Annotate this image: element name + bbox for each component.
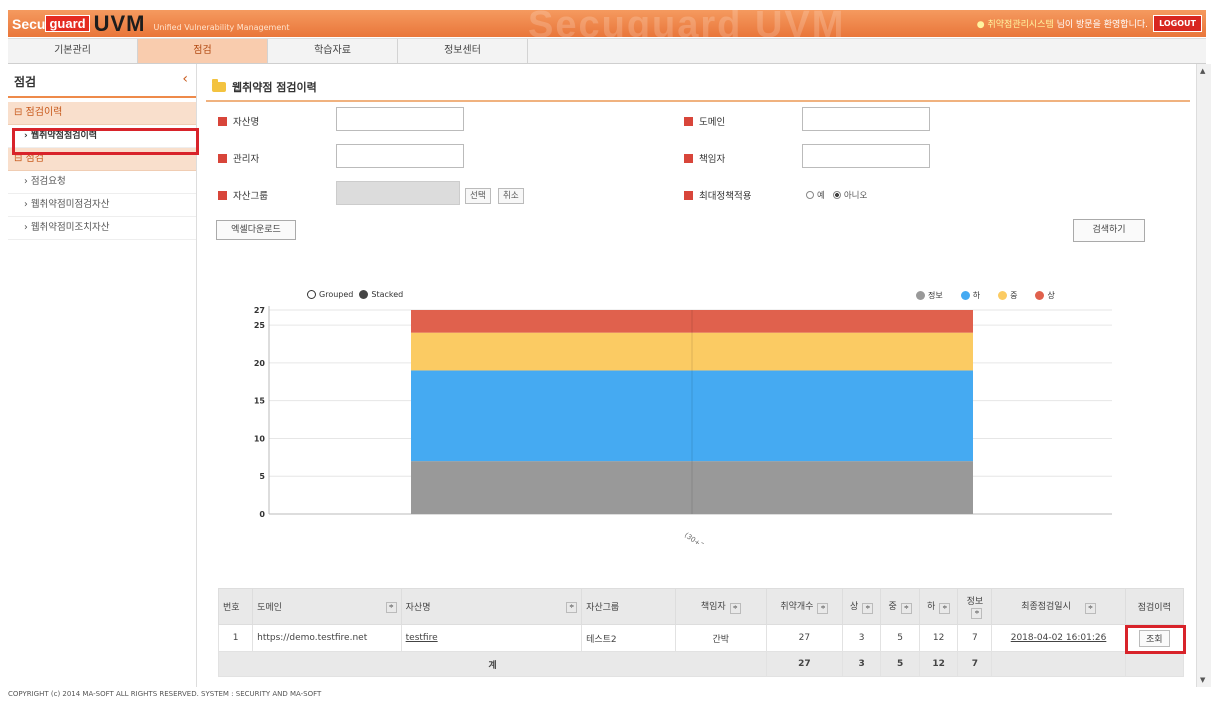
sort-icon[interactable]: ≑ [817, 603, 829, 614]
col-asset[interactable]: 자산명 ≑ [400, 588, 583, 625]
logo-guard: guard [45, 15, 90, 32]
sidebar-header: 점검 ‹ [8, 64, 196, 98]
total-empty-action [1124, 651, 1185, 677]
y-tick-label: 10 [254, 434, 266, 443]
logout-button[interactable]: LOGOUT [1153, 15, 1202, 32]
sort-icon[interactable]: ≑ [900, 603, 912, 614]
total-info: 7 [957, 651, 993, 677]
cell-date: 2018-04-02 16:01:26 [991, 624, 1126, 652]
cell-total: 27 [765, 624, 843, 652]
sidebar: 점검 ‹ ⊟ 점검이력 › 웹취약점점검이력 ⊟ 점검 › 점검요청 › 웹취약… [8, 64, 197, 687]
y-tick-label: 20 [254, 359, 266, 368]
logo-uvm: UVM [93, 10, 146, 36]
col-history: 점검이력 [1124, 588, 1185, 625]
sort-icon[interactable]: ≑ [385, 602, 397, 613]
cell-no: 1 [217, 624, 254, 652]
total-empty-date [991, 651, 1126, 677]
cell-owner: 간박 [674, 624, 767, 652]
cell-low: 12 [918, 624, 959, 652]
asset-link[interactable]: testfire [406, 633, 438, 643]
date-link[interactable]: 2018-04-02 16:01:26 [1011, 633, 1107, 643]
logo-secu: Secu [12, 15, 46, 32]
cell-group: 테스트2 [581, 624, 676, 652]
cell-mid: 5 [880, 624, 920, 652]
total-label: 계 [218, 651, 767, 677]
welcome-prefix: ● 취약점관리시스템 [976, 20, 1054, 30]
sort-icon[interactable]: ≑ [729, 603, 741, 614]
logo-subtitle: Unified Vulnerability Management [153, 23, 290, 32]
highlight-view-button [1125, 625, 1186, 654]
col-low[interactable]: 하 ≑ [918, 588, 959, 625]
col-group: 자산그룹 [581, 588, 676, 625]
main-content: 웹취약점 점검이력 자산명 도메인 관리자 책임자 자산그룹 선택 취소 최대정… [206, 64, 1190, 687]
sort-icon[interactable]: ≑ [1084, 603, 1096, 614]
highlight-sidebar-item [12, 128, 199, 155]
sort-icon[interactable]: ≑ [862, 603, 874, 614]
app-logo[interactable]: Secu guard UVM Unified Vulnerability Man… [12, 10, 290, 36]
y-tick-label: 5 [259, 472, 265, 481]
header-bar: Secu guard UVM Unified Vulnerability Man… [8, 10, 1206, 37]
col-date[interactable]: 최종점검일시 ≑ [991, 588, 1126, 625]
sort-icon[interactable]: ≑ [971, 608, 983, 619]
menu-tab-inspection[interactable]: 점검 [138, 39, 268, 63]
collapse-icon[interactable]: ‹ [182, 71, 188, 87]
sidebar-item-unresolved[interactable]: › 웹취약점미조치자산 [8, 217, 196, 240]
cell-high: 3 [841, 624, 882, 652]
main-menu: 기본관리 점검 학습자료 정보센터 [8, 38, 1206, 64]
header-watermark: Secuguard UVM [528, 10, 846, 37]
y-tick-label: 15 [254, 397, 266, 406]
cell-info: 7 [957, 624, 993, 652]
y-tick-label: 27 [254, 306, 265, 315]
history-table: 번호 도메인 ≑ 자산명 ≑ 자산그룹 책임자 ≑ 취약개수 ≑ 상 ≑ 중 ≑ 하 ≑ 정보… [217, 588, 1185, 677]
page-scrollbar[interactable]: ▲ ▼ [1196, 64, 1211, 687]
cell-asset: testfire [400, 624, 583, 652]
sidebar-item-request[interactable]: › 점검요청 [8, 171, 196, 194]
col-domain[interactable]: 도메인 ≑ [252, 588, 402, 625]
sort-icon[interactable]: ≑ [566, 602, 578, 613]
cell-domain: https://demo.testfire.net [252, 624, 402, 652]
col-high[interactable]: 상 ≑ [841, 588, 882, 625]
menu-tab-basic[interactable]: 기본관리 [8, 39, 138, 63]
col-mid[interactable]: 중 ≑ [880, 588, 920, 625]
welcome-suffix: 님이 방문을 환영합니다. [1056, 20, 1148, 30]
y-tick-label: 0 [259, 510, 265, 519]
menu-tab-info-center[interactable]: 정보센터 [398, 39, 528, 63]
col-total[interactable]: 취약개수 ≑ [765, 588, 843, 625]
total-count: 27 [765, 651, 843, 677]
severity-bar-chart: 0 5 10 15 20 25 27 (30+2)testfire [254, 306, 1112, 544]
sidebar-title: 점검 [14, 75, 37, 89]
total-low: 12 [918, 651, 959, 677]
table-row: 1 https://demo.testfire.net testfire 테스트… [217, 624, 1185, 652]
table-header-row: 번호 도메인 ≑ 자산명 ≑ 자산그룹 책임자 ≑ 취약개수 ≑ 상 ≑ 중 ≑ 하 ≑ 정보… [217, 588, 1185, 625]
col-info[interactable]: 정보 ≑ [957, 588, 993, 625]
col-no: 번호 [217, 588, 254, 625]
total-mid: 5 [880, 651, 920, 677]
scroll-up-icon[interactable]: ▲ [1200, 67, 1205, 75]
table-total-row: 계 27 3 5 12 7 [218, 651, 1185, 677]
menu-tab-learning[interactable]: 학습자료 [268, 39, 398, 63]
total-high: 3 [841, 651, 882, 677]
col-owner[interactable]: 책임자 ≑ [674, 588, 767, 625]
scroll-down-icon[interactable]: ▼ [1200, 676, 1205, 684]
y-tick-label: 25 [254, 321, 266, 330]
sort-icon[interactable]: ≑ [939, 603, 951, 614]
welcome-message: ● 취약점관리시스템 님이 방문을 환영합니다. [977, 17, 1148, 30]
footer-copyright: COPYRIGHT (c) 2014 MA-SOFT ALL RIGHTS RE… [8, 690, 322, 698]
sidebar-group-history[interactable]: ⊟ 점검이력 [8, 102, 196, 125]
sidebar-item-uninspected[interactable]: › 웹취약점미점검자산 [8, 194, 196, 217]
x-tick-label: (30+2)testfire [683, 531, 728, 544]
